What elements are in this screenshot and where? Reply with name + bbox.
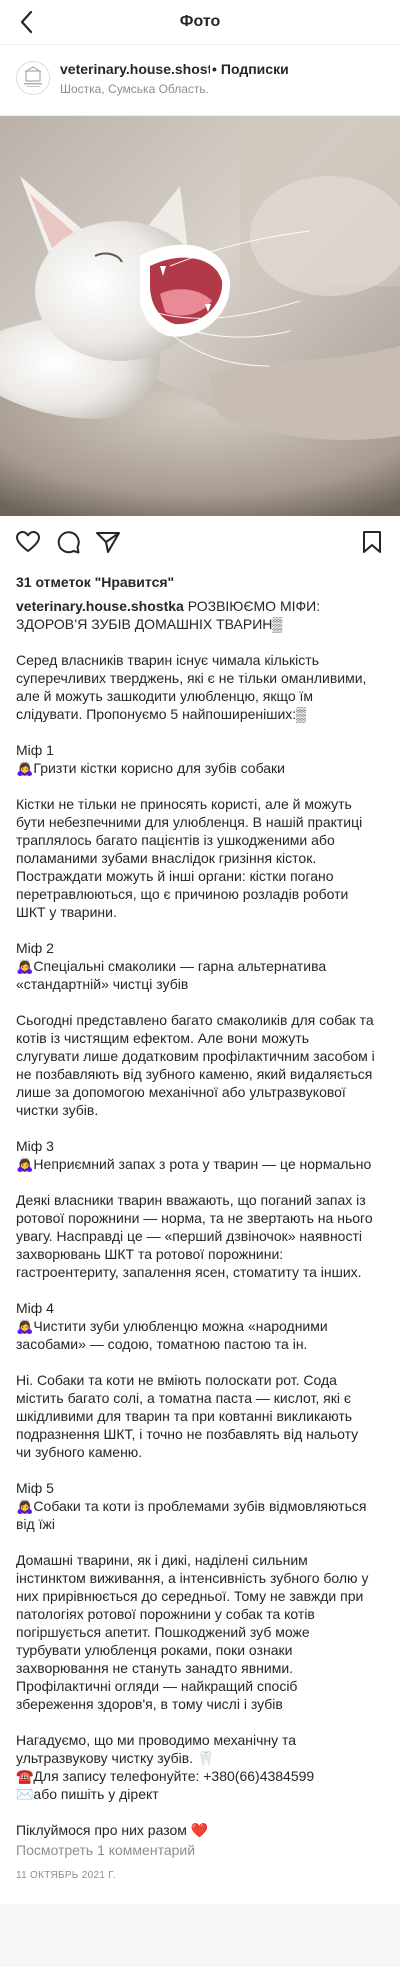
caption-paragraph: Міф 3 🙇‍♀️Неприємний запах з рота у твар… bbox=[16, 1138, 372, 1172]
caption-paragraph: Міф 1 🙇‍♀️Гризти кістки корисно для зубі… bbox=[16, 742, 285, 776]
username-link[interactable]: veterinary.house.shostka bbox=[60, 61, 210, 77]
heart-icon bbox=[16, 531, 40, 552]
caption-paragraph: Ні. Собаки та коти не вміють полоскати р… bbox=[16, 1372, 359, 1460]
comment-icon bbox=[57, 531, 80, 554]
avatar[interactable] bbox=[16, 61, 50, 95]
caption-paragraph: Серед власників тварин існує чимала кіль… bbox=[16, 652, 367, 722]
separator-dot: • bbox=[212, 61, 217, 77]
user-line: veterinary.house.shostka•Подписки bbox=[60, 61, 289, 77]
share-button[interactable] bbox=[94, 528, 122, 556]
post-date: 11 ОКТЯБРЬ 2021 Г. bbox=[16, 1870, 116, 1881]
post-actions bbox=[0, 528, 400, 560]
cat-yawning-image bbox=[0, 116, 400, 516]
post-photo[interactable] bbox=[0, 116, 400, 516]
following-button[interactable]: Подписки bbox=[221, 61, 289, 77]
view-comments-link[interactable]: Посмотреть 1 комментарий bbox=[16, 1842, 195, 1858]
caption-paragraph: Міф 5 🙇‍♀️Собаки та коти із проблемами з… bbox=[16, 1480, 367, 1532]
post-card: Фото veterinary.house.shostka•Подписки Ш… bbox=[0, 0, 400, 1904]
caption-paragraph: Міф 2 🙇‍♀️Спеціальні смаколики — гарна а… bbox=[16, 940, 327, 992]
caption-paragraph: Піклуймося про них разом ❤️ bbox=[16, 1822, 209, 1838]
caption-intro: veterinary.house.shostka РОЗВІЮЄМО МІФИ:… bbox=[16, 597, 376, 633]
like-button[interactable] bbox=[14, 528, 42, 556]
bookmark-icon bbox=[363, 531, 381, 553]
top-bar: Фото bbox=[0, 0, 400, 45]
location-link[interactable]: Шостка, Сумська Область. bbox=[60, 82, 209, 96]
save-button[interactable] bbox=[358, 528, 386, 556]
comment-button[interactable] bbox=[54, 528, 82, 556]
caption-paragraph: Кістки не тільки не приносять користі, а… bbox=[16, 796, 363, 920]
clinic-logo bbox=[17, 62, 49, 94]
caption-paragraph: Міф 4 🙇‍♀️Чистити зуби улюбленцю можна «… bbox=[16, 1300, 328, 1352]
caption-paragraph: Деякі власники тварин вважають, що поган… bbox=[16, 1192, 373, 1280]
likes-count[interactable]: 31 отметок "Нравится" bbox=[16, 574, 174, 590]
paper-plane-icon bbox=[96, 532, 120, 553]
post-header: veterinary.house.shostka•Подписки Шостка… bbox=[0, 45, 400, 116]
caption-paragraph: Сьогодні представлено багато смаколиків … bbox=[16, 1012, 375, 1118]
post-caption: veterinary.house.shostka РОЗВІЮЄМО МІФИ:… bbox=[16, 597, 376, 1857]
page-title: Фото bbox=[179, 13, 221, 30]
caption-paragraph: Нагадуємо, що ми проводимо механічну та … bbox=[16, 1732, 315, 1802]
caption-paragraph: Домашні тварини, як і дикі, наділені сил… bbox=[16, 1552, 369, 1712]
caption-username[interactable]: veterinary.house.shostka bbox=[16, 598, 184, 614]
